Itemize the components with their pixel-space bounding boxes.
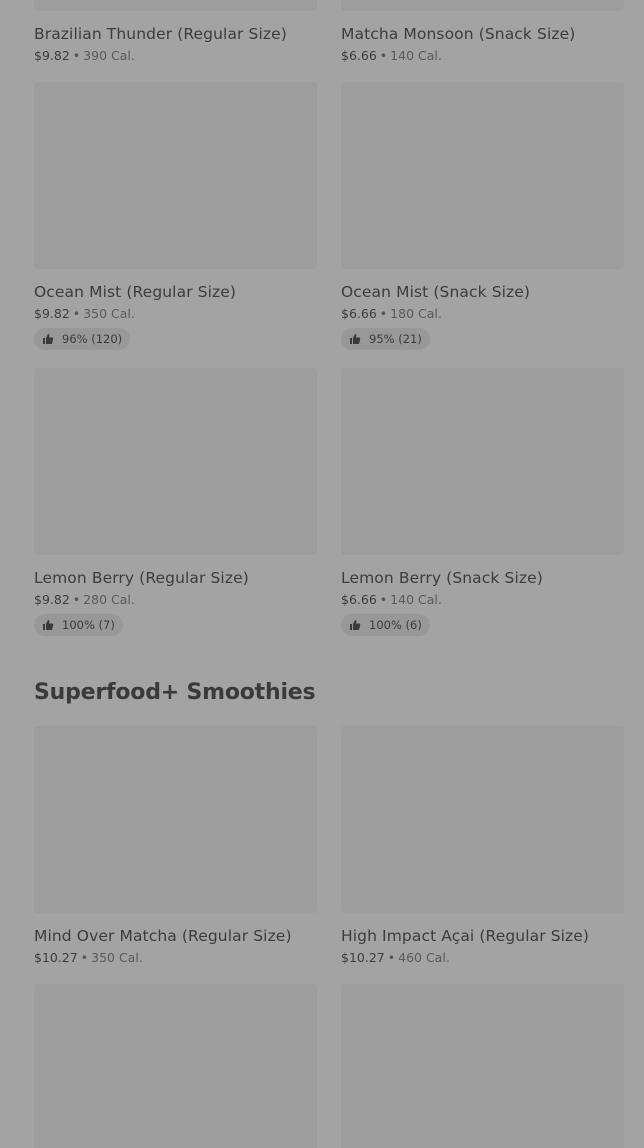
menu-item-name: Ocean Mist (Regular Size) [34, 283, 237, 301]
menu-item-meta: $9.82 • 390 Cal. [34, 47, 317, 65]
menu-item-price: $10.27 [34, 950, 78, 965]
menu-item-image [341, 984, 624, 1148]
thumbs-up-icon [350, 334, 361, 344]
rating-badge: 100% (7) [34, 614, 123, 636]
menu-item-name: Mind Over Matcha (Regular Size) [34, 927, 292, 945]
menu-item-card[interactable]: High Impact Açai (Regular Size) $10.27 • 4… [341, 726, 624, 967]
menu-item-card[interactable]: Ocean Mist (Snack Size) $6.66 • 180 Cal. 9… [341, 82, 624, 350]
rating-text: 100% (6) [369, 618, 422, 632]
menu-item-name: High Impact Açai (Regular Size) [341, 927, 590, 945]
rating-text: 95% (21) [369, 332, 422, 346]
separator-dot: • [379, 48, 388, 63]
separator-dot: • [379, 306, 388, 321]
menu-item-price: $6.66 [341, 306, 377, 321]
menu-item-card[interactable]: Brazilian Thunder (Regular Size) $9.82 • 3… [34, 0, 317, 65]
menu-item-meta: $9.82 • 280 Cal. [34, 591, 317, 609]
menu-item-price: $10.27 [341, 950, 385, 965]
menu-item-price: $6.66 [341, 48, 377, 63]
menu-item-image [341, 368, 624, 555]
menu-item-card[interactable]: Lemon Berry (Snack Size) $6.66 • 140 Cal. … [341, 368, 624, 636]
menu-item-price: $9.82 [34, 306, 70, 321]
rating-badge: 95% (21) [341, 328, 430, 350]
menu-item-image [341, 726, 624, 913]
thumbs-up-icon [43, 334, 54, 344]
separator-dot: • [80, 950, 89, 965]
separator-dot: • [387, 950, 396, 965]
menu-item-calories: 140 Cal. [390, 592, 442, 607]
menu-item-calories: 280 Cal. [83, 592, 135, 607]
rating-text: 100% (7) [62, 618, 115, 632]
menu-item-image [34, 0, 317, 11]
menu-item-image [341, 0, 624, 11]
menu-item-card[interactable]: Matcha Monsoon (Snack Size) $6.66 • 140 Ca… [341, 0, 624, 65]
rating-text: 96% (120) [62, 332, 123, 346]
rating-badge: 100% (6) [341, 614, 430, 636]
menu-item-card[interactable]: Mind Over Matcha (Regular Size) $10.27 • 3… [34, 726, 317, 967]
menu-item-calories: 390 Cal. [83, 48, 135, 63]
menu-item-card[interactable]: Ocean Mist (Regular Size) $9.82 • 350 Cal.… [34, 82, 317, 350]
menu-item-meta: $6.66 • 180 Cal. [341, 305, 624, 323]
thumbs-up-icon [43, 620, 54, 630]
menu-item-image [34, 82, 317, 269]
separator-dot: • [72, 592, 81, 607]
menu-item-image [34, 984, 317, 1148]
menu-item-calories: 350 Cal. [83, 306, 135, 321]
menu-item-calories: 350 Cal. [91, 950, 143, 965]
menu-item-name: Ocean Mist (Snack Size) [341, 283, 531, 301]
menu-item-name: Brazilian Thunder (Regular Size) [34, 25, 287, 43]
menu-item-calories: 180 Cal. [390, 306, 442, 321]
separator-dot: • [379, 592, 388, 607]
menu-item-card[interactable] [34, 984, 317, 1148]
menu-page: Brazilian Thunder (Regular Size) $9.82 • 3… [0, 0, 644, 1148]
menu-item-name: Lemon Berry (Regular Size) [34, 569, 249, 587]
menu-item-name: Lemon Berry (Snack Size) [341, 569, 543, 587]
menu-item-meta: $10.27 • 350 Cal. [34, 949, 317, 967]
separator-dot: • [72, 306, 81, 321]
menu-item-meta: $9.82 • 350 Cal. [34, 305, 317, 323]
menu-item-image [34, 726, 317, 913]
rating-badge: 96% (120) [34, 328, 131, 350]
menu-item-image [341, 82, 624, 269]
thumbs-up-icon [350, 620, 361, 630]
menu-item-meta: $6.66 • 140 Cal. [341, 591, 624, 609]
separator-dot: • [72, 48, 81, 63]
menu-item-image [34, 368, 317, 555]
menu-item-meta: $6.66 • 140 Cal. [341, 47, 624, 65]
menu-item-price: $9.82 [34, 48, 70, 63]
menu-item-card[interactable]: Lemon Berry (Regular Size) $9.82 • 280 Cal… [34, 368, 317, 636]
section-title: Superfood+ Smoothies [34, 680, 316, 705]
menu-item-meta: $10.27 • 460 Cal. [341, 949, 624, 967]
menu-item-card[interactable] [341, 984, 624, 1148]
menu-item-price: $9.82 [34, 592, 70, 607]
menu-item-name: Matcha Monsoon (Snack Size) [341, 25, 576, 43]
menu-item-calories: 140 Cal. [390, 48, 442, 63]
menu-item-calories: 460 Cal. [398, 950, 450, 965]
menu-item-price: $6.66 [341, 592, 377, 607]
